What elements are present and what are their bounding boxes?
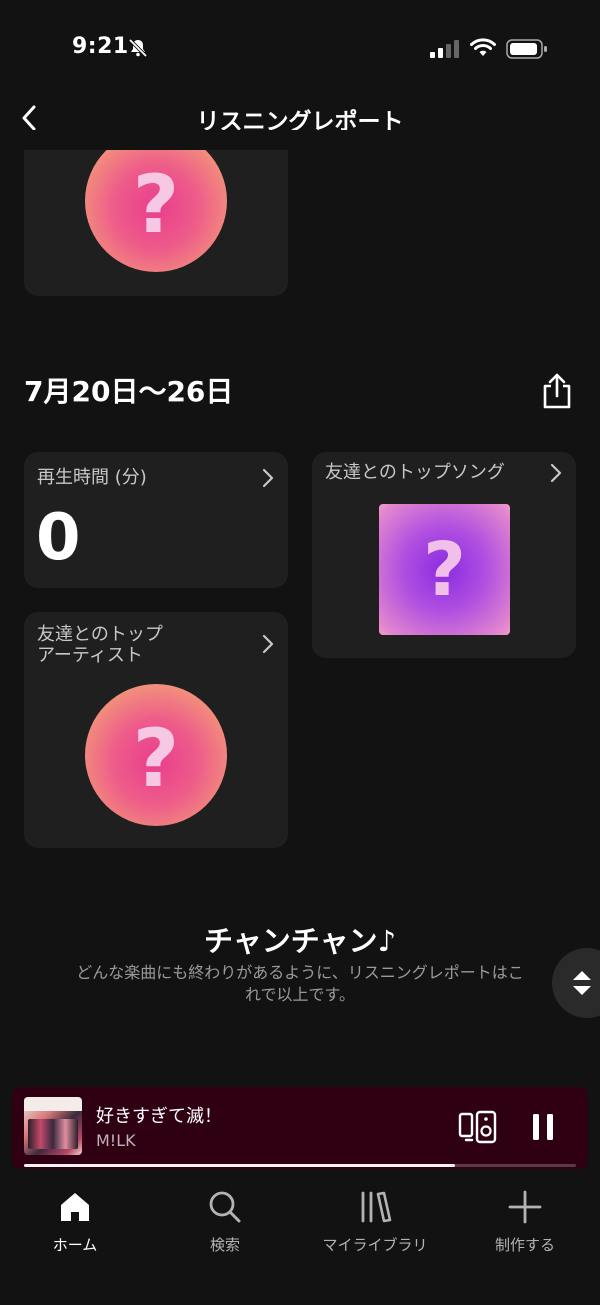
album-art-figures [28,1119,78,1149]
album-art-band [24,1097,82,1111]
tab-create[interactable]: 制作する [450,1190,600,1255]
playtime-value: 0 [36,501,81,575]
chevron-right-icon [550,463,562,483]
now-playing-bar[interactable] [12,1087,588,1169]
previous-card-art-clip: ? [85,150,227,272]
chevron-right-icon [262,468,274,488]
ending-title: チャンチャン♪ [204,924,396,958]
now-playing-artist: M!LK [96,1131,136,1150]
tab-library[interactable]: マイライブラリ [300,1190,450,1255]
week-date-range: 7月20日〜26日 [24,375,234,408]
pause-icon[interactable] [528,1112,558,1142]
wifi-icon [470,38,496,56]
share-icon[interactable] [540,372,574,410]
cellular-signal-icon [430,40,459,58]
top-artist-label-line2: アーティスト [37,645,143,666]
tab-search[interactable]: 検索 [150,1190,300,1255]
now-playing-title: 好きすぎて滅！ [96,1106,222,1127]
library-icon [361,1191,392,1223]
question-mark-icon: ? [132,711,180,805]
question-mark-icon: ? [423,526,466,613]
connect-device-icon[interactable] [458,1110,498,1144]
top-song-label: 友達とのトップソング [325,462,505,483]
tab-library-label: マイライブラリ [322,1236,428,1254]
battery-icon [506,39,547,59]
playtime-label: 再生時間 (分) [37,467,147,488]
sort-arrows-icon [573,971,591,995]
header-mask [0,130,600,150]
top-artist-label-line1: 友達とのトップ [37,624,163,645]
tab-search-label: 検索 [209,1236,240,1254]
placeholder-artist-image: ? [85,150,227,272]
placeholder-song-image: ? [379,504,510,635]
placeholder-artist-image: ? [85,684,227,826]
chevron-right-icon [262,634,274,654]
tab-create-label: 制作する [494,1236,555,1254]
tab-home[interactable]: ホーム [0,1190,150,1255]
home-icon [61,1193,89,1221]
playback-progress-fill [24,1164,455,1167]
plus-icon [508,1190,542,1224]
status-time: 9:21 [72,34,129,59]
album-art [24,1097,82,1155]
search-icon [209,1191,241,1223]
tab-home-label: ホーム [52,1236,98,1254]
silent-bell-icon [128,38,148,58]
ending-text: どんな楽曲にも終わりがあるように、リスニングレポートはこれで以上です。 [76,963,524,1004]
question-mark-icon: ? [132,157,180,251]
